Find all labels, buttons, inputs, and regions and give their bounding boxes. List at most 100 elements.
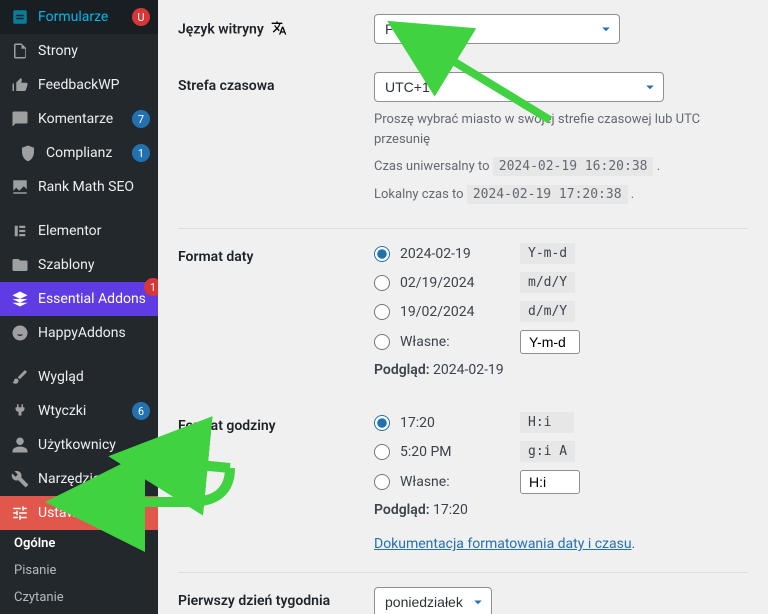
submenu-item-ogólne[interactable]: Ogólne [0,530,158,557]
menu-label: Formularze [38,9,132,25]
option-code: g:i A [520,441,575,462]
menu-label: Complianz [46,145,132,161]
timezone-desc: Proszę wybrać miasto w swojej strefie cz… [374,110,748,149]
shield-icon [18,143,38,163]
menu-label: Ustawienia [38,505,150,521]
sliders-icon [10,503,30,523]
option-label: 19/02/2024 [400,304,510,320]
option-label: 17:20 [400,415,510,431]
submenu-item-czytanie[interactable]: Czytanie [0,584,158,611]
menu-item-essential-addons[interactable]: Essential Addons 1 [0,282,158,316]
date_format-option[interactable]: 2024-02-19 Y-m-d [374,243,748,264]
date_format-preview: Podgląd: 2024-02-19 [374,362,748,378]
option-code: d/m/Y [520,301,575,322]
timezone-select[interactable]: UTC+1 [374,72,664,102]
menu-item-complianz[interactable]: Complianz 1 [0,136,158,170]
time_format-option[interactable]: 17:20 H:i [374,412,748,433]
menu-label: Wygląd [38,369,150,385]
thumbs-up-icon [10,75,30,95]
field-language: Język witryny Polski [178,0,748,58]
menu-item-ustawienia[interactable]: Ustawienia [0,496,158,530]
submenu-item-pisanie[interactable]: Pisanie [0,557,158,584]
elementor-icon [10,221,30,241]
users-icon [10,435,30,455]
menu-label: Użytkownicy [38,437,150,453]
menu-item-formularze[interactable]: Formularze U [0,0,158,34]
label-language: Język witryny [178,14,374,44]
badge: U [132,8,150,26]
custom-format-input[interactable] [520,470,580,494]
field-time-format: Format godziny 17:20 H:i 5:20 PM g:i A W… [178,392,748,566]
date_format-option[interactable]: 19/02/2024 d/m/Y [374,301,748,322]
custom-label: Własne: [400,334,510,350]
option-code: m/d/Y [520,272,575,293]
menu-label: FeedbackWP [38,77,150,93]
menu-item-happyaddons[interactable]: HappyAddons [0,316,158,350]
language-select[interactable]: Polski [374,14,620,44]
field-timezone: Strefa czasowa UTC+1 Proszę wybrać miast… [178,58,748,218]
menu-label: Elementor [38,223,150,239]
happy-icon [10,323,30,343]
menu-item-szablony[interactable]: Szablony [0,248,158,282]
local-time: Lokalny czas to 2024-02-19 17:20:38 . [374,185,748,205]
option-label: 02/19/2024 [400,275,510,291]
radio-input[interactable] [374,474,390,490]
field-date-format: Format daty 2024-02-19 Y-m-d 02/19/2024 … [178,228,748,392]
label-time-format: Format godziny [178,412,374,552]
label-date-format: Format daty [178,243,374,378]
custom-format-input[interactable] [520,330,580,354]
folder-icon [10,255,30,275]
menu-label: Rank Math SEO [38,179,150,195]
menu-label: Strony [38,43,150,59]
menu-label: Essential Addons [38,291,150,307]
radio-input[interactable] [374,415,390,431]
first-day-select[interactable]: poniedziałek [374,587,492,614]
menu-item-wygląd[interactable]: Wygląd [0,360,158,394]
plugin-icon [10,401,30,421]
menu-label: Szablony [38,257,150,273]
radio-input[interactable] [374,334,390,350]
menu-item-komentarze[interactable]: Komentarze 7 [0,102,158,136]
wrench-icon [10,469,30,489]
menu-label: Komentarze [38,111,132,127]
option-label: 5:20 PM [400,444,510,460]
update-badge: 6 [132,402,150,420]
menu-item-elementor[interactable]: Elementor [0,214,158,248]
update-badge: 1 [132,144,150,162]
settings-content: Język witryny Polski Strefa czasowa UTC+… [158,0,768,614]
radio-input[interactable] [374,444,390,460]
pages-icon [10,41,30,61]
label-first-day: Pierwszy dzień tygodnia [178,587,374,614]
update-badge: 7 [132,110,150,128]
menu-label: Wtyczki [38,403,132,419]
menu-label: Narzędzia [38,471,150,487]
chat-icon [10,109,30,129]
radio-input[interactable] [374,275,390,291]
time_format-option[interactable]: 5:20 PM g:i A [374,441,748,462]
ea-icon [10,289,30,309]
time_format-preview: Podgląd: 17:20 [374,502,748,518]
date_format-custom[interactable]: Własne: [374,330,748,354]
menu-item-użytkownicy[interactable]: Użytkownicy [0,428,158,462]
radio-input[interactable] [374,246,390,262]
brush-icon [10,367,30,387]
menu-label: HappyAddons [38,325,150,341]
utc-time: Czas uniwersalny to 2024-02-19 16:20:38 … [374,157,748,177]
menu-item-strony[interactable]: Strony [0,34,158,68]
datetime-doc-link[interactable]: Dokumentacja formatowania daty i czasu [374,536,632,552]
custom-label: Własne: [400,474,510,490]
admin-sidebar: Formularze U Strony FeedbackWP Komentarz… [0,0,158,614]
option-code: Y-m-d [520,243,575,264]
date_format-option[interactable]: 02/19/2024 m/d/Y [374,272,748,293]
menu-item-feedbackwp[interactable]: FeedbackWP [0,68,158,102]
menu-item-narzędzia[interactable]: Narzędzia [0,462,158,496]
chart-icon [10,177,30,197]
option-code: H:i [520,412,574,433]
option-label: 2024-02-19 [400,246,510,262]
menu-item-rank-math-seo[interactable]: Rank Math SEO [0,170,158,204]
menu-item-wtyczki[interactable]: Wtyczki 6 [0,394,158,428]
time_format-custom[interactable]: Własne: [374,470,748,494]
form-icon [10,7,30,27]
corner-badge: 1 [144,278,158,296]
radio-input[interactable] [374,304,390,320]
